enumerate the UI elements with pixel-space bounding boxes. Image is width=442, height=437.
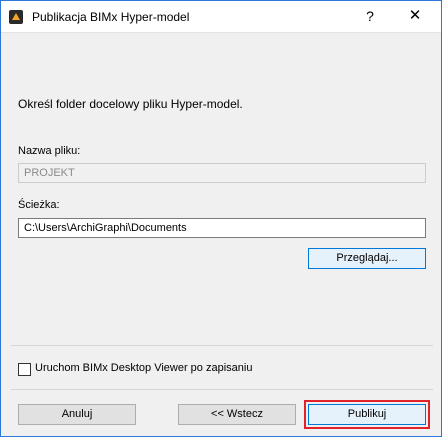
close-button[interactable]: ✕ bbox=[395, 5, 435, 27]
filename-field: PROJEKT bbox=[18, 163, 426, 183]
path-field[interactable]: C:\Users\ArchiGraphi\Documents bbox=[18, 218, 426, 238]
publish-highlight-frame bbox=[304, 400, 430, 429]
window-title: Publikacja BIMx Hyper-model bbox=[32, 10, 190, 24]
title-bar: Publikacja BIMx Hyper-model ? ✕ bbox=[1, 1, 441, 32]
back-button[interactable]: << Wstecz bbox=[178, 404, 296, 425]
help-button[interactable]: ? bbox=[356, 5, 384, 27]
title-divider bbox=[1, 32, 441, 33]
instruction-text: Określ folder docelowy pliku Hyper-model… bbox=[18, 97, 243, 111]
separator-bottom bbox=[11, 389, 433, 390]
launch-viewer-label: Uruchom BIMx Desktop Viewer po zapisaniu bbox=[35, 362, 253, 374]
launch-viewer-checkbox[interactable] bbox=[18, 363, 31, 376]
filename-label: Nazwa pliku: bbox=[18, 145, 81, 157]
browse-button[interactable]: Przeglądaj... bbox=[308, 248, 426, 269]
separator-top bbox=[11, 345, 433, 346]
publish-dialog: Publikacja BIMx Hyper-model ? ✕ Określ f… bbox=[0, 0, 442, 437]
path-label: Ścieżka: bbox=[18, 199, 60, 211]
cancel-button[interactable]: Anuluj bbox=[18, 404, 136, 425]
bimx-app-icon bbox=[9, 10, 23, 24]
